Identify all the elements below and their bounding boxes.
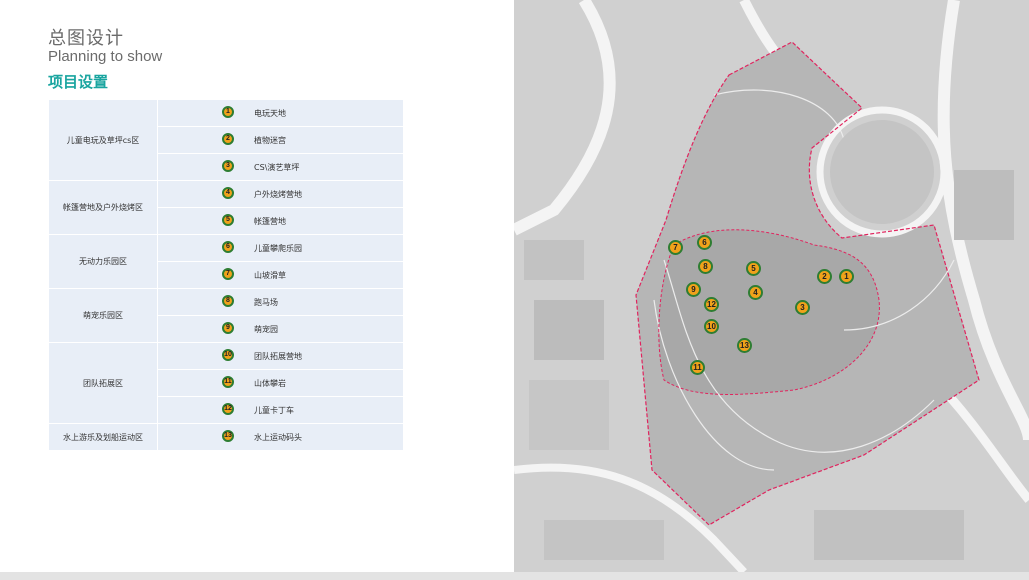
zone-name: 团队拓展区 — [48, 342, 158, 424]
table-row: 水上游乐及划船运动区 13 水上运动码头 — [48, 423, 404, 451]
table-row: 儿童电玩及草坪cs区 1 电玩天地 — [48, 99, 404, 181]
map-marker: 5 — [746, 261, 761, 276]
zone-name: 萌宠乐园区 — [48, 288, 158, 343]
zone-name: 帐篷营地及户外烧烤区 — [48, 180, 158, 235]
item-number-badge: 4 — [222, 187, 234, 199]
page-title: 总图设计 — [48, 28, 124, 49]
item-number-badge: 3 — [222, 160, 234, 172]
map-marker: 11 — [690, 360, 705, 375]
item-label: 电玩天地 — [254, 109, 286, 118]
item-number-badge: 11 — [222, 376, 234, 388]
item-label: 水上运动码头 — [254, 433, 302, 442]
item-label: 帐篷营地 — [254, 217, 286, 226]
map-marker: 13 — [737, 338, 752, 353]
item-number-badge: 13 — [222, 430, 234, 442]
item-number-badge: 8 — [222, 295, 234, 307]
table-cell-item: 11 山体攀岩 — [157, 369, 404, 397]
section-subtitle: 项目设置 — [48, 73, 109, 91]
table-cell-item: 9 萌宠园 — [157, 315, 404, 343]
zone-name: 儿童电玩及草坪cs区 — [48, 99, 158, 181]
map-marker: 4 — [748, 285, 763, 300]
slide: 总图设计 Planning to show 项目设置 儿童电玩及草坪cs区 1 电玩… — [0, 0, 1029, 580]
table-cell-item: 8 跑马场 — [157, 288, 404, 316]
table-row: 团队拓展区 10 团队拓展营地 — [48, 342, 404, 424]
map-marker: 8 — [698, 259, 713, 274]
item-label: 萌宠园 — [254, 325, 278, 334]
item-number-badge: 7 — [222, 268, 234, 280]
table-row: 帐篷营地及户外烧烤区 4 户外烧烤营地 — [48, 180, 404, 235]
map-marker: 1 — [839, 269, 854, 284]
map-marker: 2 — [817, 269, 832, 284]
item-number-badge: 9 — [222, 322, 234, 334]
map-marker: 12 — [704, 297, 719, 312]
item-number-badge: 12 — [222, 403, 234, 415]
table-cell-item: 3 CS\演艺草坪 — [157, 153, 404, 181]
page-title-english: Planning to show — [48, 48, 163, 65]
item-label: 跑马场 — [254, 298, 278, 307]
item-label: CS\演艺草坪 — [254, 163, 300, 172]
zone-name: 水上游乐及划船运动区 — [48, 423, 158, 451]
item-label: 团队拓展营地 — [254, 352, 302, 361]
bottom-shadow — [0, 572, 1029, 580]
item-number-badge: 1 — [222, 106, 234, 118]
item-number-badge: 2 — [222, 133, 234, 145]
project-table: 儿童电玩及草坪cs区 1 电玩天地 2 植物迷宫 3 CS\演艺草坪帐篷营地及户外烧烤区 4 户… — [48, 99, 404, 451]
map-drawing — [514, 0, 1029, 572]
table-row: 萌宠乐园区 8 跑马场 — [48, 288, 404, 343]
table-cell-item: 1 电玩天地 — [157, 99, 404, 127]
table-cell-item: 4 户外烧烤营地 — [157, 180, 404, 208]
item-label: 儿童攀爬乐园 — [254, 244, 302, 253]
item-number-badge: 6 — [222, 241, 234, 253]
table-cell-item: 6 儿童攀爬乐园 — [157, 234, 404, 262]
map-marker: 9 — [686, 282, 701, 297]
item-number-badge: 10 — [222, 349, 234, 361]
item-label: 植物迷宫 — [254, 136, 286, 145]
map-marker: 3 — [795, 300, 810, 315]
map-marker: 7 — [668, 240, 683, 255]
map-marker: 6 — [697, 235, 712, 250]
zone-name: 无动力乐园区 — [48, 234, 158, 289]
site-plan-map: 1 2 3 4 5 6 7 8 9 10 11 12 13 — [514, 0, 1029, 572]
table-row: 无动力乐园区 6 儿童攀爬乐园 — [48, 234, 404, 289]
item-label: 户外烧烤营地 — [254, 190, 302, 199]
item-label: 山体攀岩 — [254, 379, 286, 388]
table-cell-item: 2 植物迷宫 — [157, 126, 404, 154]
item-label: 山坡滑草 — [254, 271, 286, 280]
table-cell-item: 12 儿童卡丁车 — [157, 396, 404, 424]
item-number-badge: 5 — [222, 214, 234, 226]
table-cell-item: 10 团队拓展营地 — [157, 342, 404, 370]
table-cell-item: 5 帐篷营地 — [157, 207, 404, 235]
item-label: 儿童卡丁车 — [254, 406, 294, 415]
map-marker: 10 — [704, 319, 719, 334]
table-cell-item: 13 水上运动码头 — [157, 423, 404, 451]
table-cell-item: 7 山坡滑草 — [157, 261, 404, 289]
